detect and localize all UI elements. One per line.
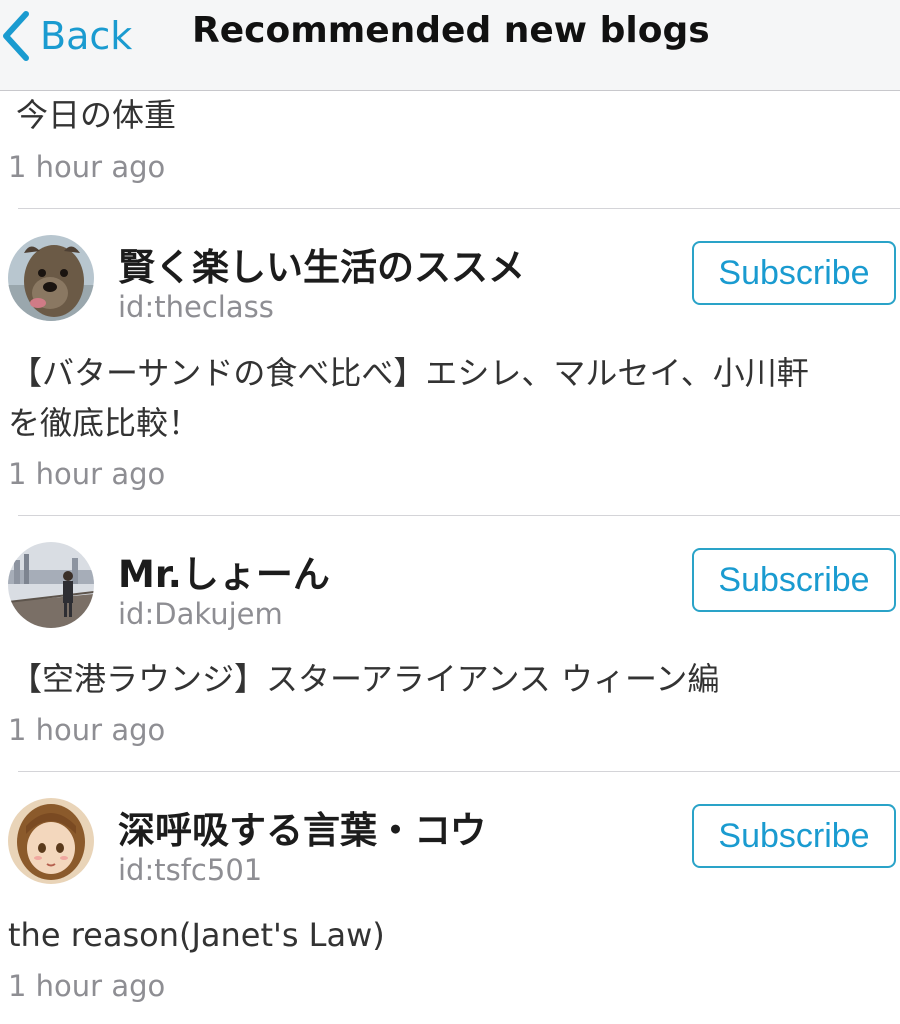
subscribe-button[interactable]: Subscribe <box>692 548 896 612</box>
subscribe-button[interactable]: Subscribe <box>692 804 896 868</box>
divider <box>18 208 900 209</box>
post-title-line[interactable]: the reason(Janet's Law) <box>8 904 385 966</box>
blog-id: id:theclass <box>118 290 274 324</box>
blog-id: id:Dakujem <box>118 597 283 631</box>
person-on-bridge-avatar-image <box>8 542 94 628</box>
dog-avatar-image <box>8 235 94 321</box>
back-button[interactable]: Back <box>0 8 132 64</box>
post-timestamp: 1 hour ago <box>8 150 166 184</box>
post-title: 今日の体重 <box>16 96 177 134</box>
blog-name[interactable]: Mr.しょーん <box>118 544 330 598</box>
blog-id: id:tsfc501 <box>118 853 263 887</box>
divider <box>18 771 900 772</box>
navigation-bar: Back Recommended new blogs <box>0 0 900 91</box>
cartoon-girl-avatar-image <box>8 798 94 884</box>
blog-name[interactable]: 賢く楽しい生活のススメ <box>118 237 525 291</box>
post-title-line[interactable]: 【空港ラウンジ】スターアライアンス ウィーン編 <box>10 648 719 710</box>
page-title: Recommended new blogs <box>192 10 710 51</box>
post-timestamp: 1 hour ago <box>8 713 166 747</box>
chevron-left-icon <box>3 11 29 61</box>
cartoon-girl-avatar[interactable] <box>8 798 94 884</box>
post-timestamp: 1 hour ago <box>8 457 166 491</box>
subscribe-button[interactable]: Subscribe <box>692 241 896 305</box>
post-timestamp: 1 hour ago <box>8 969 166 1003</box>
dog-avatar[interactable] <box>8 235 94 321</box>
person-on-bridge-avatar[interactable] <box>8 542 94 628</box>
divider <box>18 515 900 516</box>
blog-name[interactable]: 深呼吸する言葉・コウ <box>118 800 487 854</box>
post-title-line[interactable]: を徹底比較！ <box>8 392 200 454</box>
back-label: Back <box>40 14 133 58</box>
